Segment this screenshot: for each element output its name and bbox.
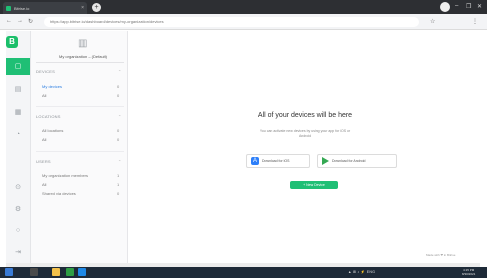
item-count: 0 — [117, 84, 120, 89]
app-store-icon: A — [251, 157, 259, 165]
sidebar-item-org-members[interactable]: My organization members — [42, 173, 88, 178]
chevron-up-icon[interactable]: ⌃ — [118, 159, 121, 164]
minimize-icon[interactable]: – — [455, 3, 458, 9]
logout-icon[interactable]: ⇥ — [6, 248, 30, 256]
help-icon[interactable]: ⊙ — [6, 183, 30, 191]
empty-state-subtitle: You can activate new devices by using yo… — [259, 129, 351, 138]
sidebar-item-all-users[interactable]: All — [42, 182, 46, 187]
start-icon[interactable] — [5, 268, 13, 276]
item-count: 1 — [117, 182, 120, 187]
divider — [36, 151, 124, 152]
browser-taskbar-icon[interactable] — [66, 268, 74, 276]
close-window-icon[interactable]: ✕ — [477, 3, 482, 10]
app-favicon-icon — [6, 5, 11, 11]
footer-note: Made with ❤ in Bitrise — [426, 253, 456, 257]
item-count: 0 — [117, 93, 120, 98]
url-input[interactable]: https://app.bitrise.io/dashboard/devices… — [44, 17, 419, 27]
groups-icon[interactable]: ▤ — [6, 85, 30, 93]
chevron-up-icon[interactable]: ⌃ — [118, 114, 121, 119]
app-taskbar-icon[interactable] — [78, 268, 86, 276]
browser-tab-bar: Bitrise.io × + – ❐ ✕ — [0, 0, 487, 14]
download-ios-label: Download for iOS — [262, 159, 290, 163]
organization-icon: ▥ — [78, 38, 88, 49]
organization-name[interactable]: My organization – (Default) — [46, 54, 120, 59]
browser-menu-icon[interactable]: ⋮ — [472, 18, 478, 25]
back-icon[interactable]: ← — [6, 18, 12, 24]
item-count: 1 — [117, 173, 120, 178]
empty-state-title: All of your devices will be here — [257, 112, 353, 119]
devices-icon: ▢ — [14, 63, 22, 70]
download-android-button[interactable]: Download for Android — [317, 154, 397, 168]
info-icon[interactable]: ○ — [6, 227, 30, 234]
section-users-header[interactable]: USERS — [36, 159, 51, 164]
bell-icon[interactable]: ◔ — [6, 131, 30, 138]
sidebar-item-shared-devices[interactable]: Shared via devices — [42, 191, 76, 196]
section-locations-header[interactable]: LOCATIONS — [36, 114, 61, 119]
forward-icon[interactable]: → — [17, 18, 23, 24]
clock[interactable]: 4:15 PM 8/30/2021 — [462, 268, 475, 276]
google-play-icon — [322, 157, 329, 165]
sidebar-item-my-devices[interactable]: My devices — [42, 84, 62, 89]
apps-icon[interactable]: ▦ — [6, 108, 30, 116]
profile-avatar[interactable] — [440, 2, 450, 12]
reload-icon[interactable]: ↻ — [28, 18, 33, 25]
maximize-icon[interactable]: ❐ — [466, 3, 471, 10]
clock-date: 8/30/2021 — [462, 272, 476, 276]
sidebar-item-all-devices[interactable]: All — [42, 93, 46, 98]
divider — [36, 62, 124, 63]
file-explorer-icon[interactable] — [52, 268, 60, 276]
new-device-button[interactable]: + New Device — [290, 181, 338, 189]
divider — [36, 106, 124, 107]
download-android-label: Download for Android — [332, 159, 366, 163]
sidebar-item-all-locations[interactable]: All locations — [42, 128, 63, 133]
main-content — [128, 31, 487, 263]
download-ios-button[interactable]: A Download for iOS — [246, 154, 310, 168]
item-count: 0 — [117, 128, 120, 133]
new-tab-button[interactable]: + — [92, 3, 101, 12]
chevron-up-icon[interactable]: ⌃ — [118, 69, 121, 74]
bookmark-star-icon[interactable]: ☆ — [430, 18, 435, 25]
task-view-icon[interactable] — [30, 268, 38, 276]
section-devices-header[interactable]: DEVICES — [36, 69, 55, 74]
app-logo-icon[interactable]: B — [6, 36, 18, 48]
settings-icon[interactable]: ⚙ — [6, 205, 30, 213]
item-count: 0 — [117, 191, 120, 196]
tab-title: Bitrise.io — [14, 5, 30, 11]
address-bar: ← → ↻ https://app.bitrise.io/dashboard/d… — [0, 14, 487, 30]
item-count: 0 — [117, 137, 120, 142]
browser-tab[interactable]: Bitrise.io × — [3, 2, 87, 14]
sidebar — [31, 31, 128, 263]
sidebar-item-all-locations-sub[interactable]: All — [42, 137, 46, 142]
close-tab-icon[interactable]: × — [81, 5, 84, 11]
system-tray[interactable]: ▲ ⊞ ♪ ⚡ ENG — [348, 270, 375, 274]
